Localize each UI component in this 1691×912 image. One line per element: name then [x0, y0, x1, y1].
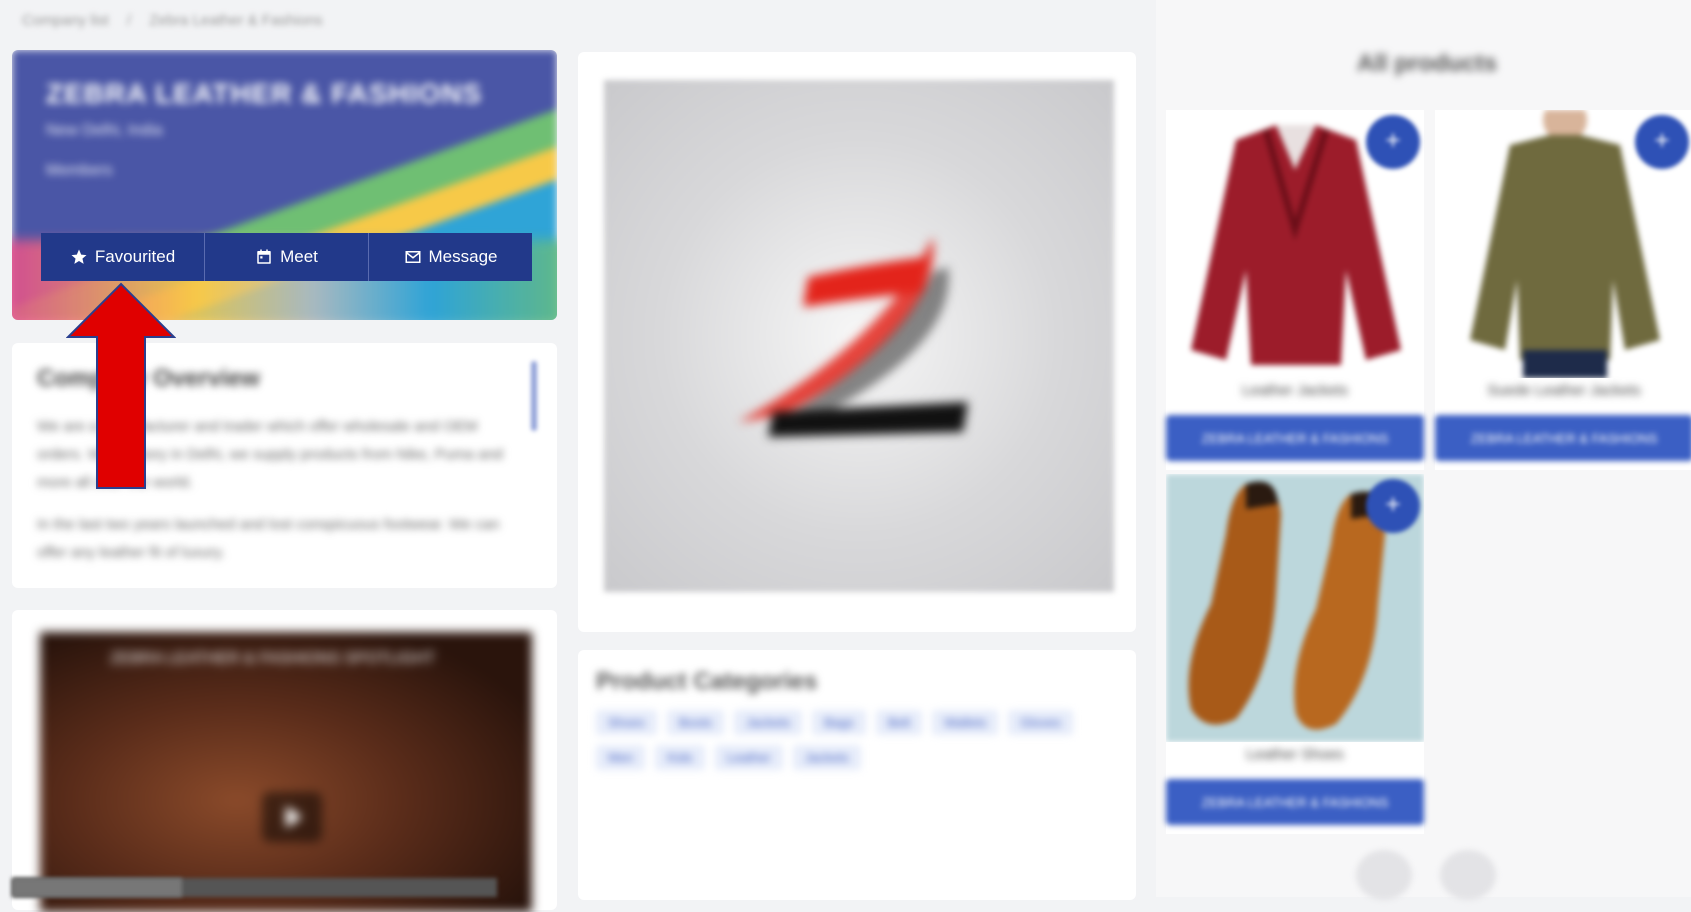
category-tag[interactable]: Kids — [655, 745, 705, 770]
favourite-button[interactable]: Favourited — [41, 233, 205, 281]
company-category: Members — [46, 162, 113, 179]
product-name: Leather Shoes — [1246, 746, 1344, 763]
add-icon[interactable] — [1366, 479, 1420, 533]
category-tag[interactable]: Leather — [714, 745, 783, 770]
category-tag[interactable]: Boots — [666, 710, 725, 735]
meet-label: Meet — [280, 247, 318, 266]
breadcrumb: Company list / Zebra Leather & Fashions — [22, 12, 323, 29]
meet-button[interactable]: Meet — [205, 233, 369, 281]
favourite-label: Favourited — [94, 247, 176, 266]
category-tag[interactable]: Gloves — [1008, 710, 1073, 735]
category-tag[interactable]: Jackets — [734, 710, 803, 735]
company-location: New Delhi, India — [46, 122, 163, 139]
product-company-button[interactable]: ZEBRA LEATHER & FASHIONS — [1435, 415, 1691, 461]
message-button[interactable]: Message — [369, 233, 532, 281]
video-title: ZEBRA LEATHER & FASHIONS SPOTLIGHT — [110, 650, 436, 667]
arrow-up-icon — [66, 282, 176, 489]
category-tag[interactable]: Belt — [875, 710, 923, 735]
company-logo-card — [578, 52, 1136, 632]
play-icon[interactable] — [262, 792, 322, 842]
category-tag[interactable]: Bags — [812, 710, 866, 735]
product-name: Leather Jackets — [1242, 382, 1348, 399]
next-page-button[interactable] — [1440, 850, 1496, 900]
company-logo — [738, 237, 968, 437]
star-icon — [71, 249, 87, 264]
category-tag[interactable]: Men — [596, 745, 646, 770]
breadcrumb-item[interactable]: Company list — [22, 12, 109, 29]
product-name: Suede Leather Jackets — [1487, 382, 1641, 399]
message-label: Message — [428, 247, 498, 266]
overview-scrollbar[interactable] — [531, 361, 537, 431]
video-progress[interactable] — [12, 878, 182, 897]
company-video[interactable]: ZEBRA LEATHER & FASHIONS SPOTLIGHT — [40, 632, 532, 912]
product-categories-card: Product Categories Shoes Boots Jackets B… — [578, 650, 1136, 900]
category-tag-list: Shoes Boots Jackets Bags Belt Wallets Gl… — [596, 710, 1076, 770]
company-name: ZEBRA LEATHER & FASHIONS — [46, 78, 483, 109]
product-card[interactable]: Suede Leather Jackets ZEBRA LEATHER & FA… — [1435, 110, 1691, 470]
mail-icon — [405, 251, 420, 263]
category-tag[interactable]: Jackets — [792, 745, 861, 770]
product-card[interactable]: Leather Shoes ZEBRA LEATHER & FASHIONS — [1166, 474, 1424, 834]
prev-page-button[interactable] — [1356, 850, 1412, 900]
products-title: All products — [1357, 50, 1498, 77]
category-tag[interactable]: Wallets — [932, 710, 999, 735]
product-company-button[interactable]: ZEBRA LEATHER & FASHIONS — [1166, 779, 1424, 825]
category-tag[interactable]: Shoes — [596, 710, 657, 735]
company-profile-card: ZEBRA LEATHER & FASHIONS New Delhi, Indi… — [12, 50, 557, 320]
company-video-card: ZEBRA LEATHER & FASHIONS SPOTLIGHT — [12, 610, 557, 912]
company-action-bar: Favourited Meet Message — [41, 233, 532, 281]
calendar-icon — [257, 249, 271, 264]
breadcrumb-item: Zebra Leather & Fashions — [149, 12, 323, 29]
categories-title: Product Categories — [596, 668, 818, 695]
product-company-button[interactable]: ZEBRA LEATHER & FASHIONS — [1166, 415, 1424, 461]
product-card[interactable]: Leather Jackets ZEBRA LEATHER & FASHIONS — [1166, 110, 1424, 470]
overview-paragraph: In the last two years launched and lost … — [37, 516, 500, 561]
add-icon[interactable] — [1635, 115, 1689, 169]
add-icon[interactable] — [1366, 115, 1420, 169]
